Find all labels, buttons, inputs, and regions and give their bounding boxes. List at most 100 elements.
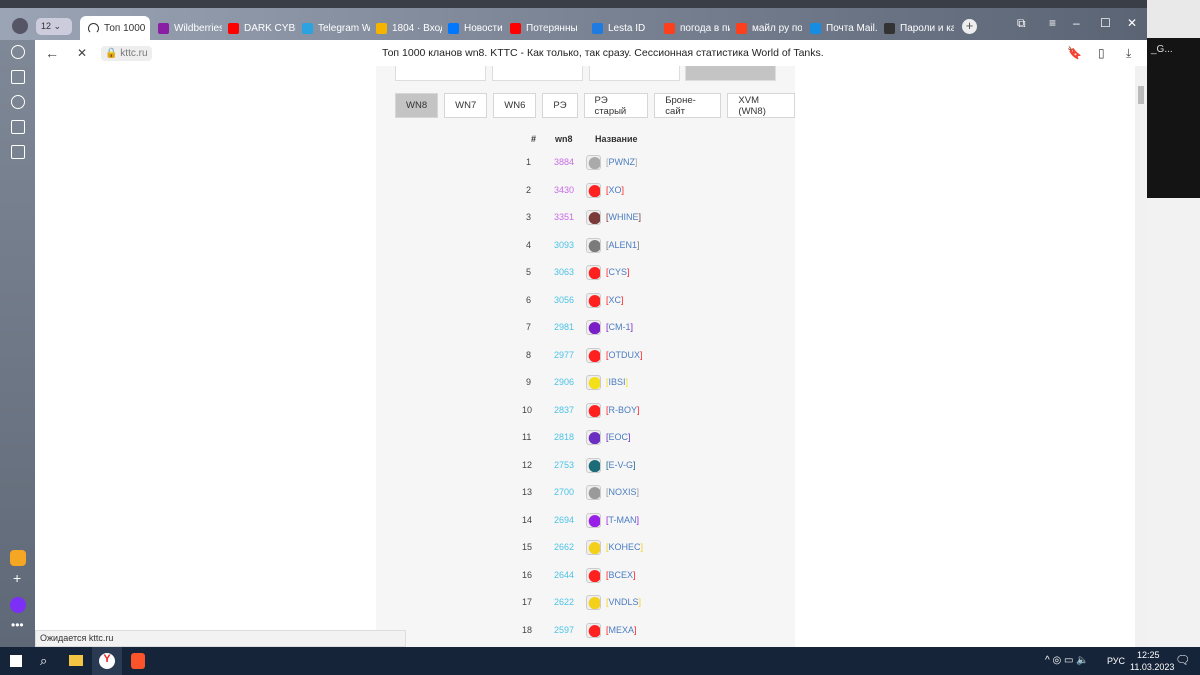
tab[interactable]: погода в пи <box>664 17 730 39</box>
search-icon[interactable]: ⌕ <box>40 653 47 669</box>
clan-tag-link[interactable]: [E-V-G] <box>606 460 636 470</box>
tab[interactable]: Wildberries <box>158 17 222 39</box>
add-panel-icon[interactable]: + <box>13 570 21 586</box>
clan-tag-link[interactable]: [XO] <box>606 185 624 195</box>
lavka-icon[interactable] <box>10 550 26 566</box>
video-icon[interactable] <box>11 95 25 109</box>
more-icon[interactable]: ••• <box>11 618 24 632</box>
clan-tag-link[interactable]: [R-BOY] <box>606 405 640 415</box>
clan-tag-link[interactable]: [CYS] <box>606 267 630 277</box>
alice-icon[interactable] <box>10 597 26 613</box>
tab-favicon-icon <box>158 22 169 34</box>
tab-count-button[interactable]: 12 ⌄ <box>36 18 72 35</box>
clan-tag-link[interactable]: [VNDLS] <box>606 597 641 607</box>
clan-tag-link[interactable]: [CM-1] <box>606 322 633 332</box>
table-row: 8 2977 [OTDUX] <box>376 347 795 364</box>
filter-button[interactable]: XVM (WN8) <box>727 93 795 118</box>
tabs-menu-icon[interactable]: ⧉ <box>1017 16 1026 31</box>
stop-icon[interactable]: ✕ <box>77 46 87 60</box>
clan-emblem-icon <box>586 210 601 225</box>
menu-icon[interactable]: ≡ <box>1049 16 1056 30</box>
minimize-button[interactable]: – <box>1073 16 1080 30</box>
url-field[interactable]: 🔒 kttc.ru <box>101 45 152 61</box>
tab[interactable]: 1804 · Входя <box>376 17 442 39</box>
tab[interactable]: Lesta ID <box>592 17 658 39</box>
tab[interactable]: DARK CYBER <box>228 17 296 39</box>
clan-tag-link[interactable]: [MEXA] <box>606 625 637 635</box>
table-row: 10 2837 [R-BOY] <box>376 402 795 419</box>
table-row: 3 3351 [WHINE] <box>376 210 795 226</box>
tab-favicon-icon <box>736 22 747 34</box>
wn8-cell: 2906 <box>554 377 575 387</box>
download-icon[interactable]: ⤓ <box>1126 46 1131 61</box>
table-row: 7 2981 [CM-1] <box>376 320 795 336</box>
scrollbar[interactable] <box>1135 66 1147 647</box>
calendar-icon[interactable] <box>11 120 25 134</box>
clan-tag-link[interactable]: [BCEX] <box>606 570 636 580</box>
period-button[interactable] <box>492 66 583 81</box>
clock-date[interactable]: 11.03.2023 <box>1130 662 1174 672</box>
new-tab-button[interactable]: + <box>962 19 977 34</box>
period-button-active[interactable] <box>685 66 776 81</box>
notifications-icon[interactable]: 🗨 <box>1175 653 1190 667</box>
reader-icon[interactable]: ▯ <box>1098 46 1105 60</box>
close-button[interactable]: ✕ <box>1127 16 1137 30</box>
clan-tag-link[interactable]: [ALEN1] <box>606 240 640 250</box>
clan-tag-link[interactable]: [XC] <box>606 295 624 305</box>
tab-favicon-icon <box>884 22 895 34</box>
rank-cell: 6 <box>526 294 532 305</box>
collections-icon[interactable] <box>11 70 25 84</box>
rank-cell: 3 <box>526 212 532 222</box>
tab[interactable]: Telegram W <box>302 17 370 39</box>
clan-emblem-icon <box>586 265 601 280</box>
clock-time[interactable]: 12:25 <box>1137 650 1160 660</box>
filter-button[interactable]: РЭ <box>542 93 578 118</box>
tab[interactable]: Потерянны <box>510 17 586 39</box>
clan-tag-link[interactable]: [T-MAN] <box>606 515 639 525</box>
screenshot-icon[interactable] <box>11 145 25 159</box>
clan-tag: WHINE <box>608 212 639 222</box>
tab[interactable]: Топ 1000✕ <box>80 16 150 40</box>
tab-favicon-icon <box>810 22 821 34</box>
profile-avatar[interactable] <box>12 18 28 34</box>
start-icon[interactable] <box>10 655 22 667</box>
tab[interactable]: майл ру по <box>736 17 802 39</box>
period-button[interactable] <box>589 66 680 81</box>
yandex-browser-icon[interactable]: Y <box>92 647 122 675</box>
wn8-cell: 2700 <box>554 487 575 497</box>
clan-tag-link[interactable]: [IBSI] <box>606 377 628 387</box>
filter-button[interactable]: WN7 <box>444 93 488 118</box>
clan-tag: KOHEC <box>608 542 641 552</box>
address-bar: ← ✕ 🔒 kttc.ru Топ 1000 кланов wn8. KTTC … <box>35 40 1147 66</box>
tray-icons[interactable]: ^ ◎ ▭ 🔈 <box>1045 655 1089 666</box>
clan-tag-link[interactable]: [EOC] <box>606 432 631 442</box>
period-button[interactable] <box>395 66 486 81</box>
filter-button[interactable]: WN8 <box>395 93 439 118</box>
tab-favicon-icon <box>664 22 675 34</box>
back-icon[interactable]: ← <box>45 45 59 61</box>
clan-emblem-icon <box>586 375 601 390</box>
browser-sidebar: + ••• <box>0 40 35 647</box>
explorer-icon[interactable] <box>69 655 83 666</box>
maximize-button[interactable]: ☐ <box>1100 16 1111 30</box>
brave-icon[interactable] <box>131 653 145 669</box>
filter-button[interactable]: Броне-сайт <box>654 93 722 118</box>
tab[interactable]: Почта Mail.r <box>810 17 878 39</box>
rank-cell: 15 <box>522 542 533 552</box>
history-icon[interactable] <box>11 45 25 59</box>
tab[interactable]: Новости <box>448 17 504 39</box>
table-row: 11 2818 [EOC] <box>376 430 795 446</box>
clan-tag-link[interactable]: [KOHEC] <box>606 542 643 552</box>
bookmark-icon[interactable]: 🔖 <box>1067 46 1082 60</box>
header-name[interactable]: Название <box>595 134 637 144</box>
clan-tag-link[interactable]: [NOXIS] <box>606 487 639 497</box>
filter-button[interactable]: WN6 <box>493 93 537 118</box>
rank-cell: 12 <box>522 459 533 470</box>
tab-label: DARK CYBER <box>244 22 296 34</box>
language-indicator[interactable]: РУС <box>1107 656 1125 666</box>
tab[interactable]: Пароли и ка <box>884 17 954 39</box>
clan-tag-link[interactable]: [WHINE] <box>606 212 641 222</box>
clan-tag-link[interactable]: [PWNZ] <box>606 157 638 167</box>
clan-tag-link[interactable]: [OTDUX] <box>606 350 643 360</box>
filter-button[interactable]: РЭ старый <box>583 93 649 118</box>
